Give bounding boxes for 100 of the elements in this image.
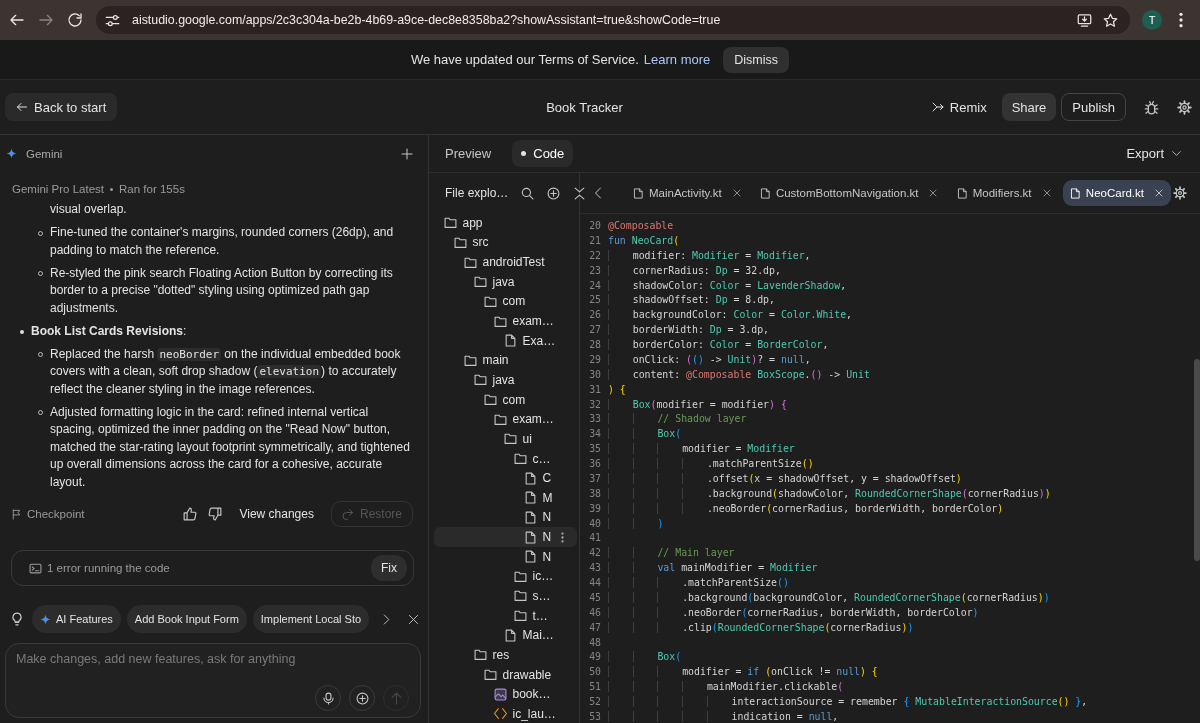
back-arrow-icon[interactable] <box>9 12 25 28</box>
tree-item[interactable]: src <box>434 232 577 253</box>
code-line: modifier = Modifier <box>608 442 795 457</box>
code-line: onClick: (() -> Unit)? = null, <box>608 352 811 368</box>
close-icon[interactable] <box>1042 189 1051 197</box>
line-number: 25 <box>588 293 601 308</box>
line-number: 27 <box>588 323 601 338</box>
tree-item[interactable]: N <box>434 546 577 567</box>
star-icon[interactable] <box>1103 12 1118 28</box>
editor-tab[interactable]: CustomBottomNavigation.kt <box>752 180 946 206</box>
share-button[interactable]: Share <box>1001 93 1057 121</box>
scrollbar-thumb[interactable] <box>1194 359 1200 561</box>
line-number: 30 <box>588 367 601 382</box>
thumbs-up-icon[interactable] <box>183 507 198 521</box>
collapse-icon[interactable] <box>573 186 587 200</box>
profile-avatar[interactable]: T <box>1142 10 1162 30</box>
monitor-download-icon[interactable] <box>1077 12 1092 28</box>
file-icon <box>1069 187 1081 199</box>
code-line: val mainModifier = Modifier <box>608 561 818 576</box>
flag-icon <box>11 508 22 520</box>
tree-item[interactable]: drawable <box>434 664 577 685</box>
editor-tab[interactable]: NeoCard.kt <box>1062 180 1171 206</box>
chevron-right-icon[interactable] <box>381 613 392 625</box>
tree-item[interactable]: t… <box>434 605 577 626</box>
plus-icon[interactable] <box>401 147 413 160</box>
tree-item[interactable]: book… <box>434 684 577 704</box>
editor-tab[interactable]: MainActivity.kt <box>626 180 749 206</box>
line-number: 28 <box>588 338 601 352</box>
tree-item[interactable]: exam… <box>434 409 577 430</box>
tree-item[interactable]: N <box>434 507 577 528</box>
suggestion-chip[interactable]: AI Features <box>32 605 121 633</box>
code-line: Box( <box>608 427 682 443</box>
tree-item[interactable]: com <box>434 389 577 410</box>
folder-icon <box>483 393 497 407</box>
folder-icon <box>473 275 487 289</box>
composer-box[interactable]: Make changes, add new features, ask for anything <box>5 643 421 718</box>
message-input[interactable]: Make changes, add new features, ask for anything <box>16 652 409 674</box>
lightbulb-icon[interactable] <box>10 612 24 626</box>
code-line: shadowOffset: Dp = 8.dp, <box>608 293 775 309</box>
learn-more-link[interactable]: Learn more <box>643 52 711 67</box>
code-line: @Composable <box>608 219 674 233</box>
tree-item[interactable]: ui <box>434 429 577 449</box>
tree-item[interactable]: Mai… <box>434 625 577 646</box>
thumbs-down-icon[interactable] <box>208 507 223 521</box>
code-line: Box(modifier = modifier) { <box>608 397 787 413</box>
address-bar[interactable]: aistudio.google.com/apps/2c3c304a-be2b-4b69-a9ce-dec8e8358ba2?showAssistant=true&showCode=true <box>96 6 1130 34</box>
code-line: modifier: Modifier = Modifier, <box>608 248 811 264</box>
forward-arrow-icon[interactable] <box>38 12 54 28</box>
tree-item[interactable]: app <box>434 213 577 233</box>
line-number: 49 <box>588 650 601 665</box>
plus-circle-icon[interactable] <box>547 186 561 200</box>
dismiss-button[interactable]: Dismiss <box>723 46 790 73</box>
close-icon[interactable] <box>929 189 938 197</box>
tree-item[interactable]: main <box>434 350 577 371</box>
view-tab[interactable]: Code <box>512 140 574 167</box>
tree-item[interactable]: M <box>434 487 577 508</box>
tree-item[interactable]: Exa… <box>434 330 577 351</box>
line-number: 34 <box>588 427 601 442</box>
chevron-left-icon[interactable] <box>592 187 604 199</box>
sliders-icon[interactable] <box>105 12 120 28</box>
close-icon[interactable] <box>408 613 419 625</box>
settings-icon[interactable] <box>1173 186 1187 200</box>
code-line: .background(backgroundColor, RoundedCornerShape(cornerRadius)) <box>608 590 1050 606</box>
tree-item[interactable]: java <box>434 370 577 390</box>
sparkle-icon <box>40 613 51 625</box>
tree-item[interactable]: res <box>434 645 577 665</box>
suggestion-chip[interactable]: Implement Local Sto <box>252 605 370 633</box>
folder-icon <box>493 412 507 426</box>
checkpoint-button[interactable]: Checkpoint <box>11 508 85 520</box>
tree-item[interactable]: com <box>434 291 577 312</box>
tree-item[interactable]: java <box>434 271 577 292</box>
search-icon[interactable] <box>521 186 535 200</box>
view-changes-button[interactable]: View changes <box>239 507 314 521</box>
tree-item[interactable]: ic… <box>434 566 577 587</box>
publish-button[interactable]: Publish <box>1061 93 1126 121</box>
line-number: 45 <box>588 590 601 605</box>
suggestion-chip[interactable]: Add Book Input Form <box>126 605 247 633</box>
file-icon <box>503 628 517 642</box>
tree-item[interactable]: N <box>434 527 577 547</box>
tree-item[interactable]: ic_lau… <box>434 704 577 723</box>
tree-item[interactable]: c… <box>434 448 577 469</box>
tree-item[interactable]: androidTest <box>434 252 577 272</box>
bug-icon[interactable] <box>1144 99 1159 115</box>
close-icon[interactable] <box>732 189 741 197</box>
settings-icon[interactable] <box>1177 99 1192 115</box>
remix-button[interactable]: Remix <box>921 93 997 121</box>
back-button[interactable]: Back to start <box>5 93 118 121</box>
editor-tab[interactable]: Modifiers.kt <box>949 180 1059 206</box>
view-tab[interactable]: Preview <box>436 140 501 167</box>
arrow-left-icon <box>16 101 28 113</box>
file-icon <box>523 471 537 485</box>
folder-icon <box>513 589 527 603</box>
tree-item[interactable]: exam… <box>434 311 577 331</box>
export-button[interactable]: Export <box>1126 146 1181 161</box>
fix-button[interactable]: Fix <box>371 555 407 581</box>
error-message: 1 error running the code <box>47 562 171 574</box>
tree-item[interactable]: s… <box>434 586 577 606</box>
model-name: Gemini Pro Latest <box>12 183 105 195</box>
tree-item[interactable]: C <box>434 468 577 488</box>
reload-icon[interactable] <box>67 12 83 28</box>
